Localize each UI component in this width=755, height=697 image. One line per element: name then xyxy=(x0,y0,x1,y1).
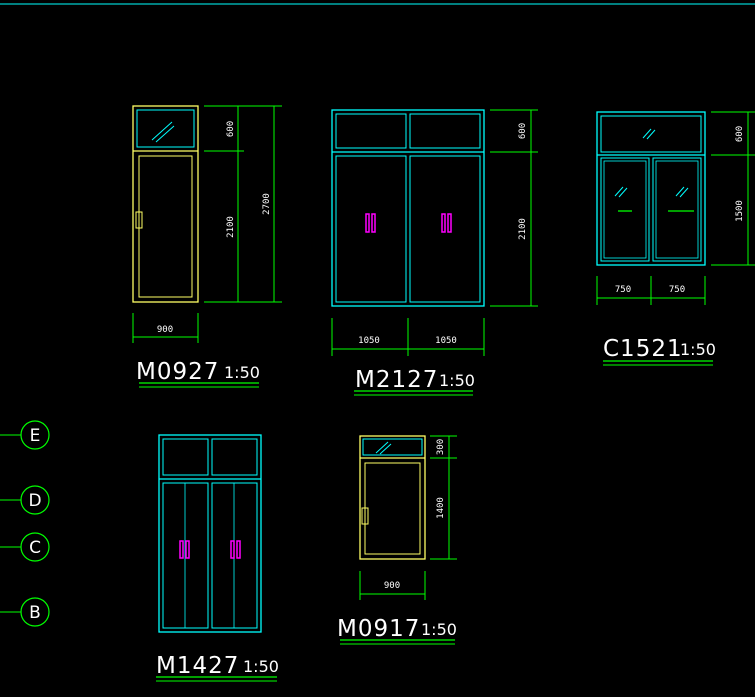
door-handle xyxy=(371,213,376,233)
grid-axis-label: C xyxy=(29,538,41,558)
drawing-code-m1427: M1427 xyxy=(156,653,239,679)
door-handle xyxy=(185,540,190,559)
glass-hatch-line xyxy=(614,186,624,197)
grid-axis-d: D xyxy=(0,485,50,515)
glass-hatch-line xyxy=(618,187,628,198)
drawing-code-m0927: M0927 xyxy=(136,359,219,385)
grid-axis-c: C xyxy=(0,532,50,562)
drawing-scale-m0917: 1:50 xyxy=(421,620,457,639)
dim-label-top: 600 xyxy=(226,121,236,137)
drawing-code-m0917: M0917 xyxy=(337,616,420,642)
drawing-code-m2127: M2127 xyxy=(355,367,438,393)
glass-hatch-line xyxy=(646,129,656,140)
glass-hatch-line xyxy=(679,187,689,198)
dim-label-top: 300 xyxy=(436,439,446,455)
dim-label-bottom: 2100 xyxy=(518,218,528,240)
dim-label-top: 600 xyxy=(518,123,528,139)
door-leaf-left xyxy=(335,155,407,303)
grid-axis-label: D xyxy=(28,491,41,511)
door-m1427: M1427 1:50 xyxy=(156,434,279,682)
door-handle xyxy=(441,213,446,233)
transom-pane-right xyxy=(211,438,258,476)
door-m0927: 600 2100 2700 900 M0927 1:50 xyxy=(132,105,282,388)
door-m2127-frame xyxy=(331,109,485,307)
glass-hatch-line xyxy=(675,186,685,197)
drawing-scale-c1521: 1:50 xyxy=(680,340,716,359)
door-m0917: 300 1400 900 M0917 1:50 xyxy=(337,435,457,645)
window-sash-left xyxy=(600,157,650,262)
window-sash-left-inner xyxy=(603,160,647,259)
dim-label-top: 600 xyxy=(735,126,745,142)
grid-axis-label: E xyxy=(30,426,41,446)
transom-pane-left xyxy=(335,113,407,149)
drawing-scale-m1427: 1:50 xyxy=(243,657,279,676)
glass-hatch-line xyxy=(375,441,389,454)
door-m1427-frame xyxy=(158,434,262,633)
door-handle xyxy=(236,540,241,559)
grid-axis-b: B xyxy=(0,597,50,627)
window-c1521: 600 1500 750 750 C1521 1:50 xyxy=(596,111,755,366)
door-handle xyxy=(179,540,184,559)
door-handle xyxy=(447,213,452,233)
door-m0917-frame xyxy=(359,435,426,560)
dim-label-bottom: 2100 xyxy=(226,216,236,238)
glass-hatch-line xyxy=(379,443,392,455)
glass-hatch-line xyxy=(642,128,652,139)
drawing-code-c1521: C1521 xyxy=(603,336,683,362)
door-m0917-transom-glass xyxy=(362,438,423,456)
door-m0927-frame xyxy=(132,105,199,303)
window-sash-right-inner xyxy=(655,160,699,259)
window-sash-right xyxy=(652,157,702,262)
dim-label-left-width: 750 xyxy=(615,285,631,295)
transom-pane-left xyxy=(162,438,209,476)
dim-label-right-width: 750 xyxy=(669,285,685,295)
door-m2127: 600 2100 1050 1050 M2127 1:50 xyxy=(331,109,538,396)
grid-axis-e: E xyxy=(0,420,50,450)
drawing-scale-m0927: 1:50 xyxy=(224,363,260,382)
dim-label-bottom: 1400 xyxy=(436,497,446,519)
cad-drawing-canvas: 600 2100 2700 900 M0927 1:50 600 2100 10… xyxy=(0,3,755,682)
dim-label-bottom: 1500 xyxy=(735,200,745,222)
door-m0917-leaf xyxy=(364,462,421,555)
dim-label-width: 900 xyxy=(157,325,173,335)
dim-label-right-width: 1050 xyxy=(435,336,457,346)
door-m0927-leaf xyxy=(138,155,193,298)
dim-label-width: 900 xyxy=(384,581,400,591)
drawing-scale-m2127: 1:50 xyxy=(439,371,475,390)
dim-label-left-width: 1050 xyxy=(358,336,380,346)
grid-axis-label: B xyxy=(29,603,41,623)
door-handle xyxy=(365,213,370,233)
door-handle xyxy=(230,540,235,559)
transom-pane-right xyxy=(409,113,481,149)
dim-label-total: 2700 xyxy=(262,193,272,215)
